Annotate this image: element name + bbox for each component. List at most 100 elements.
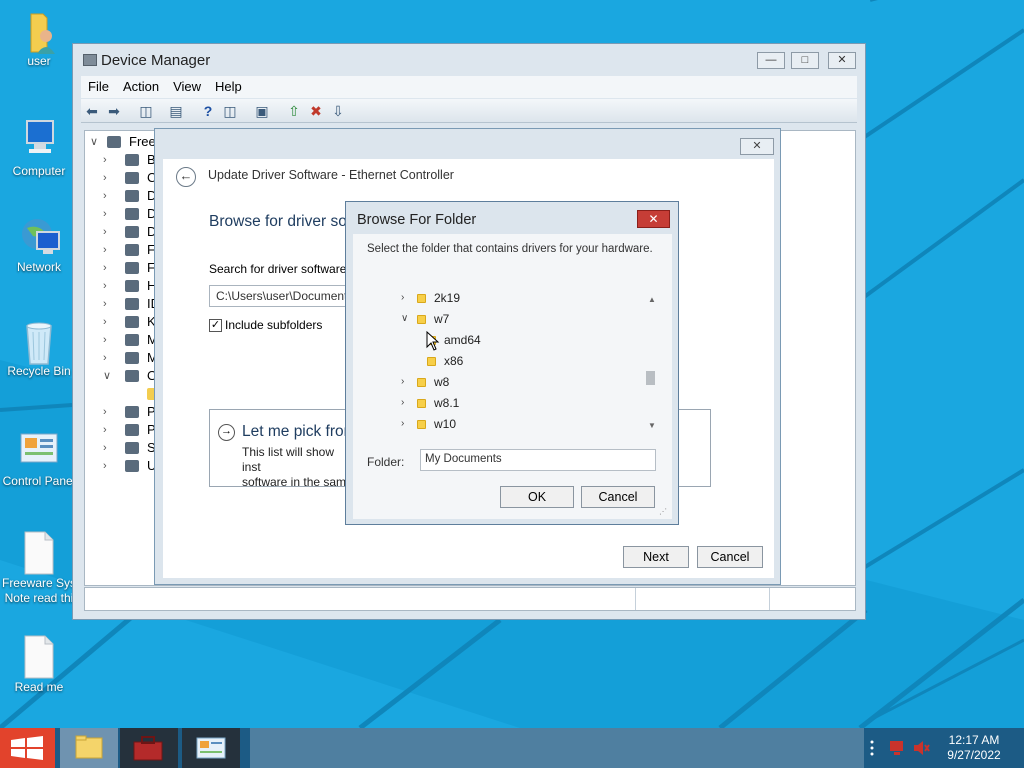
desktop-icon-recycle-bin[interactable]: Recycle Bin	[0, 318, 78, 379]
chevron-down-icon[interactable]: ∨	[401, 309, 411, 329]
folder-name-input[interactable]: My Documents	[420, 449, 656, 471]
menu-file[interactable]: File	[81, 76, 116, 98]
chevron-right-icon[interactable]: ›	[103, 295, 115, 313]
menu-view[interactable]: View	[166, 76, 208, 98]
menu-action[interactable]: Action	[116, 76, 166, 98]
desktop-icon-label-line1: Freeware Sys	[1, 576, 77, 590]
device-category-icon	[125, 334, 139, 346]
show-hide-console-tree-icon[interactable]: ◫	[137, 102, 155, 120]
start-button[interactable]	[0, 728, 55, 768]
recycle-bin-icon	[17, 318, 61, 365]
network-icon	[17, 214, 61, 258]
desktop-icon-read-me[interactable]: Read me	[0, 634, 78, 695]
chevron-right-icon[interactable]: ›	[103, 313, 115, 331]
taskbar-app-control-panel[interactable]	[182, 728, 240, 768]
resize-grip-icon[interactable]: ⋰	[659, 507, 667, 516]
maximize-button[interactable]: □	[791, 52, 819, 69]
menu-help[interactable]: Help	[208, 76, 249, 98]
taskbar-app-file-explorer[interactable]	[60, 728, 118, 768]
chevron-right-icon[interactable]: ›	[401, 372, 411, 392]
back-arrow-icon[interactable]: ⬅	[83, 102, 101, 120]
folder-icon	[417, 378, 426, 387]
disable-device-icon[interactable]: ⇩	[329, 102, 347, 120]
folder-tree-item[interactable]: ∨ w7	[361, 309, 631, 329]
cancel-button[interactable]: Cancel	[697, 546, 763, 568]
next-button[interactable]: Next	[623, 546, 689, 568]
action-pane-icon[interactable]: ◫	[221, 102, 239, 120]
desktop-icon-control-panel[interactable]: Control Panel	[0, 428, 78, 489]
properties-icon[interactable]: ▤	[167, 102, 185, 120]
speaker-muted-icon[interactable]	[912, 740, 930, 756]
uninstall-device-icon[interactable]: ✖	[307, 102, 325, 120]
title-bar[interactable]: Device Manager — □ ✕	[73, 44, 865, 74]
close-button[interactable]: ✕	[828, 52, 856, 69]
device-category-icon	[125, 208, 139, 220]
close-button[interactable]: ✕	[637, 210, 670, 228]
status-cell	[769, 588, 855, 610]
device-category-icon	[125, 154, 139, 166]
chevron-right-icon[interactable]: ›	[103, 277, 115, 295]
desktop-icon-freeware-note[interactable]: Freeware Sys Note read thi	[0, 530, 78, 606]
browse-for-folder-dialog[interactable]: Browse For Folder ✕ Select the folder th…	[345, 201, 679, 525]
folder-tree[interactable]: ▲ ▼ › 2k19 ∨ w7 amd64 x86 › w8 › w8.1 › w10	[361, 288, 662, 433]
taskbar: 12:17 AM 9/27/2022	[0, 728, 1024, 768]
cancel-button[interactable]: Cancel	[581, 486, 655, 508]
device-category-icon	[125, 460, 139, 472]
folder-tree-item[interactable]: › 2k19	[361, 288, 631, 308]
chevron-right-icon[interactable]: ›	[103, 403, 115, 421]
network-status-icon[interactable]	[889, 740, 907, 756]
chevron-right-icon[interactable]: ›	[103, 457, 115, 475]
device-category-icon	[125, 406, 139, 418]
close-button[interactable]: ✕	[740, 138, 774, 155]
desktop-icon-computer[interactable]: Computer	[0, 118, 78, 179]
chevron-right-icon[interactable]: ›	[103, 205, 115, 223]
chevron-right-icon[interactable]: ›	[103, 421, 115, 439]
chevron-down-icon[interactable]: ∨	[90, 133, 102, 151]
update-driver-icon[interactable]: ⇧	[285, 102, 303, 120]
wizard-title: Update Driver Software - Ethernet Contro…	[208, 168, 454, 182]
folder-tree-item[interactable]: x86	[361, 351, 631, 371]
desktop-icon-user[interactable]: user	[0, 8, 78, 69]
tray-overflow-icon[interactable]	[870, 738, 874, 758]
scroll-down-arrow-icon[interactable]: ▼	[648, 421, 656, 430]
chevron-down-icon[interactable]: ∨	[103, 367, 115, 385]
folder-tree-item[interactable]: › w10	[361, 414, 631, 434]
chevron-right-icon[interactable]: ›	[103, 187, 115, 205]
system-clock[interactable]: 12:17 AM 9/27/2022	[940, 733, 1008, 763]
scrollbar-thumb[interactable]	[646, 371, 655, 385]
minimize-button[interactable]: —	[757, 52, 785, 69]
chevron-right-icon[interactable]: ›	[103, 241, 115, 259]
back-arrow-icon[interactable]: ←	[176, 167, 196, 187]
scan-hardware-icon[interactable]: ▣	[253, 102, 271, 120]
chevron-right-icon[interactable]: ›	[103, 259, 115, 277]
computer-icon	[17, 118, 61, 162]
include-subfolders-checkbox[interactable]: ✓	[209, 319, 222, 332]
chevron-right-icon[interactable]: ›	[103, 331, 115, 349]
chevron-right-icon[interactable]: ›	[103, 223, 115, 241]
taskbar-app-toolbox[interactable]	[120, 728, 178, 768]
ok-button[interactable]: OK	[500, 486, 574, 508]
desktop-icon-network[interactable]: Network	[0, 214, 78, 275]
chevron-right-icon[interactable]: ›	[401, 393, 411, 413]
folder-tree-item[interactable]: amd64	[361, 330, 631, 350]
folder-tree-item[interactable]: › w8.1	[361, 393, 631, 413]
folder-tree-item[interactable]: › w8	[361, 372, 631, 392]
scroll-up-arrow-icon[interactable]: ▲	[648, 295, 656, 304]
device-category-icon	[125, 352, 139, 364]
folder-tree-label: amd64	[444, 333, 481, 347]
chevron-right-icon[interactable]: ›	[401, 414, 411, 434]
chevron-right-icon[interactable]: ›	[103, 439, 115, 457]
chevron-right-icon[interactable]: ›	[401, 288, 411, 308]
chevron-right-icon[interactable]: ›	[103, 169, 115, 187]
device-category-icon	[125, 424, 139, 436]
folder-tree-label: w10	[434, 417, 457, 431]
chevron-right-icon[interactable]: ›	[103, 151, 115, 169]
chevron-right-icon[interactable]: ›	[103, 349, 115, 367]
folder-icon	[417, 294, 426, 303]
wizard-heading: Browse for driver sof	[209, 213, 352, 230]
forward-arrow-icon[interactable]: ➡	[105, 102, 123, 120]
text-document-icon	[17, 530, 61, 575]
device-category-icon	[125, 442, 139, 454]
pick-option-title: Let me pick from	[242, 423, 357, 440]
help-icon[interactable]: ?	[199, 102, 217, 120]
